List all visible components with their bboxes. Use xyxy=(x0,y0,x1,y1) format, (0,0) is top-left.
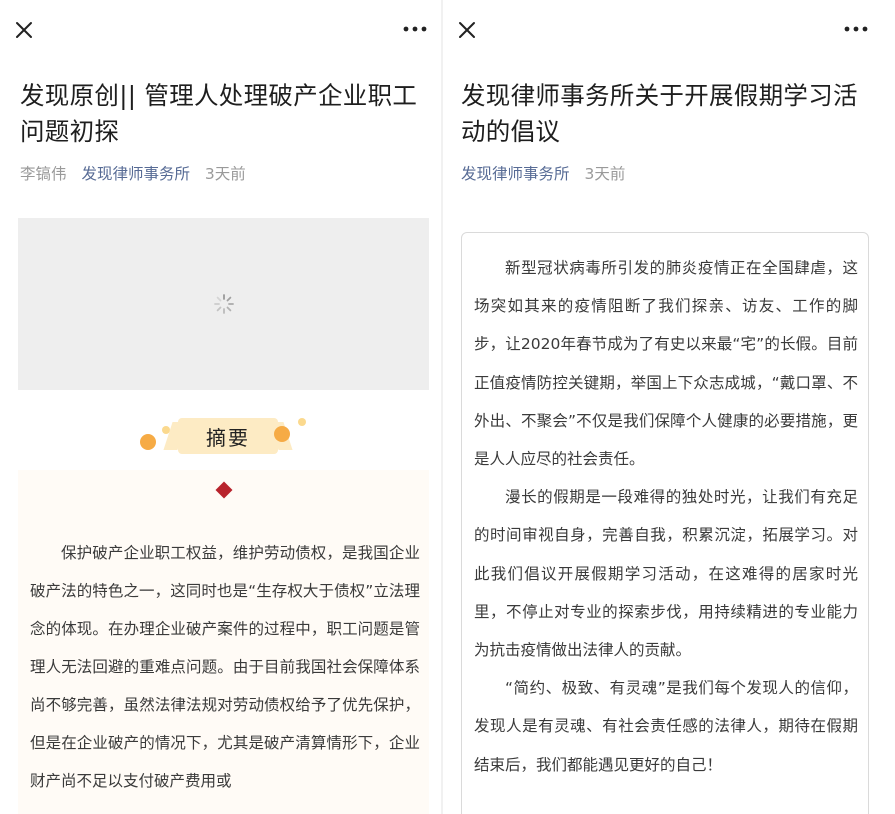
article-paragraph: 漫长的假期是一段难得的独处时光，让我们有充足的时间审视自身，完善自我，积累沉淀，… xyxy=(474,488,858,660)
article-meta: 发现律师事务所 3天前 xyxy=(461,162,635,184)
publish-time: 3天前 xyxy=(204,165,246,183)
article-meta: 李镐伟 发现律师事务所 3天前 xyxy=(20,162,256,184)
more-icon[interactable] xyxy=(402,22,428,36)
more-icon[interactable] xyxy=(843,22,869,36)
article-title: 发现律师事务所关于开展假期学习活动的倡议 xyxy=(461,81,858,146)
article-card: 新型冠状病毒所引发的肺炎疫情正在全国肆虐，这场突如其来的疫情阻断了我们探亲、访友… xyxy=(461,232,869,814)
image-placeholder xyxy=(18,218,429,390)
summary-text: 保护破产企业职工权益，维护劳动债权，是我国企业破产法的特色之一，这同时也是“生存… xyxy=(30,544,420,790)
loading-icon xyxy=(214,294,234,314)
left-article-panel: 发现原创|| 管理人处理破产企业职工问题初探 李镐伟 发现律师事务所 3天前 摘… xyxy=(0,0,441,814)
close-icon[interactable] xyxy=(14,20,34,40)
summary-heading: 摘要 xyxy=(206,426,250,450)
account-link[interactable]: 发现律师事务所 xyxy=(81,165,190,183)
decor-dot xyxy=(140,434,156,450)
right-article-panel: 发现律师事务所关于开展假期学习活动的倡议 发现律师事务所 3天前 新型冠状病毒所… xyxy=(443,0,895,814)
close-icon[interactable] xyxy=(457,20,477,40)
article-title: 发现原创|| 管理人处理破产企业职工问题初探 xyxy=(20,81,418,146)
publish-time: 3天前 xyxy=(584,165,626,183)
decor-dot xyxy=(298,418,306,426)
summary-box: 保护破产企业职工权益，维护劳动债权，是我国企业破产法的特色之一，这同时也是“生存… xyxy=(18,470,429,814)
decor-dot xyxy=(274,426,290,442)
left-topbar xyxy=(0,0,441,62)
right-topbar xyxy=(443,0,895,62)
article-body: 新型冠状病毒所引发的肺炎疫情正在全国肆虐，这场突如其来的疫情阻断了我们探亲、访友… xyxy=(474,249,858,784)
account-link[interactable]: 发现律师事务所 xyxy=(461,165,570,183)
article-paragraph: “简约、极致、有灵魂”是我们每个发现人的信仰，发现人是有灵魂、有社会责任感的法律… xyxy=(474,679,858,774)
author-name: 李镐伟 xyxy=(20,165,67,183)
diamond-icon xyxy=(215,481,233,499)
article-paragraph: 新型冠状病毒所引发的肺炎疫情正在全国肆虐，这场突如其来的疫情阻断了我们探亲、访友… xyxy=(474,259,858,469)
summary-banner: 摘要 xyxy=(138,414,318,462)
